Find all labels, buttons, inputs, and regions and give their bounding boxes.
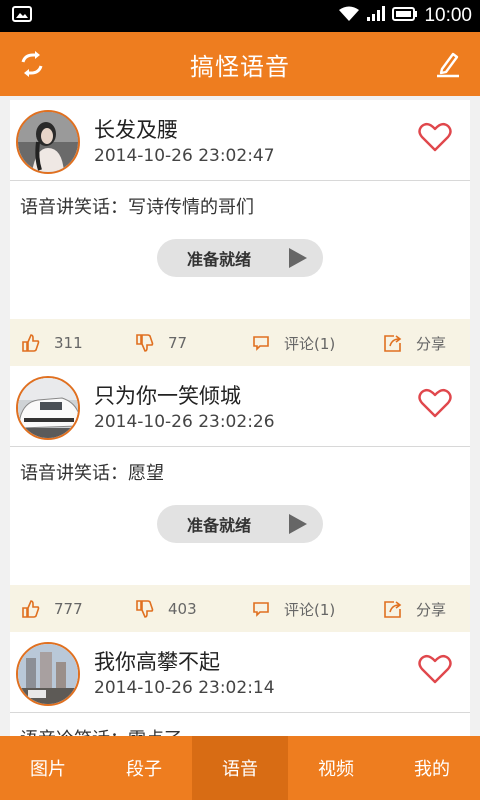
play-icon <box>289 514 307 534</box>
tab-video[interactable]: 视频 <box>288 736 384 800</box>
thumbs-up-icon <box>22 600 40 618</box>
action-bar: 777 403 评论(1) 分享 <box>10 585 470 633</box>
comment-count: 评论(1) <box>284 600 336 619</box>
avatar[interactable] <box>16 642 80 706</box>
tab-mine[interactable]: 我的 <box>384 736 480 800</box>
comment-button[interactable]: 评论(1) <box>252 319 335 367</box>
post-time: 2014-10-26 23:02:47 <box>94 146 275 166</box>
play-status-label: 准备就绪 <box>187 516 252 535</box>
thumbs-down-icon <box>136 600 154 618</box>
wifi-icon <box>338 6 360 26</box>
compose-button[interactable] <box>430 46 466 82</box>
edit-pencil-icon <box>437 52 459 78</box>
username[interactable]: 我你高攀不起 <box>94 646 220 676</box>
thumbs-down-icon <box>136 334 154 352</box>
signal-icon <box>366 6 386 26</box>
share-icon <box>384 601 402 618</box>
favorite-button[interactable] <box>418 654 454 686</box>
refresh-icon <box>21 51 43 77</box>
comment-button[interactable]: 评论(1) <box>252 585 335 633</box>
post-card: 长发及腰 2014-10-26 23:02:47 语音讲笑话：写诗传情的哥们 准… <box>10 100 470 367</box>
tab-jokes[interactable]: 段子 <box>96 736 192 800</box>
tab-voice[interactable]: 语音 <box>192 736 288 800</box>
dislike-count: 403 <box>168 600 197 618</box>
dislike-count: 77 <box>168 334 188 352</box>
like-count: 777 <box>54 600 83 618</box>
refresh-button[interactable] <box>14 46 50 82</box>
share-button[interactable]: 分享 <box>384 319 446 367</box>
dislike-button[interactable]: 77 <box>136 319 187 367</box>
username[interactable]: 只为你一笑倾城 <box>94 380 241 410</box>
gallery-notification-icon <box>12 6 32 26</box>
share-icon <box>384 335 402 352</box>
tab-pictures[interactable]: 图片 <box>0 736 96 800</box>
like-button[interactable]: 777 <box>22 585 83 633</box>
avatar[interactable] <box>16 376 80 440</box>
post-time: 2014-10-26 23:02:14 <box>94 678 275 698</box>
app-header: 搞怪语音 <box>0 32 480 96</box>
avatar[interactable] <box>16 110 80 174</box>
share-label: 分享 <box>416 334 447 353</box>
like-button[interactable]: 311 <box>22 319 83 367</box>
heart-icon <box>418 654 452 684</box>
share-button[interactable]: 分享 <box>384 585 446 633</box>
dislike-button[interactable]: 403 <box>136 585 197 633</box>
comment-icon <box>253 336 269 351</box>
joke-title: 语音讲笑话：写诗传情的哥们 <box>20 197 254 218</box>
play-status-label: 准备就绪 <box>187 250 252 269</box>
heart-icon <box>418 388 452 418</box>
favorite-button[interactable] <box>418 122 454 154</box>
joke-title: 语音讲笑话：愿望 <box>20 463 164 484</box>
post-time: 2014-10-26 23:02:26 <box>94 412 275 432</box>
share-label: 分享 <box>416 600 447 619</box>
comment-icon <box>253 602 269 617</box>
thumbs-up-icon <box>22 334 40 352</box>
bottom-nav: 图片 段子 语音 视频 我的 <box>0 736 480 800</box>
battery-icon <box>392 6 418 26</box>
post-card: 我你高攀不起 2014-10-26 23:02:14 语音冷笑话：雷点了 <box>10 632 470 736</box>
play-icon <box>289 248 307 268</box>
status-bar: 10:00 <box>0 0 480 32</box>
voice-feed[interactable]: 长发及腰 2014-10-26 23:02:47 语音讲笑话：写诗传情的哥们 准… <box>10 96 470 736</box>
play-button[interactable]: 准备就绪 <box>157 505 323 543</box>
username[interactable]: 长发及腰 <box>94 114 178 144</box>
post-card: 只为你一笑倾城 2014-10-26 23:02:26 语音讲笑话：愿望 准备就… <box>10 366 470 633</box>
action-bar: 311 77 评论(1) 分享 <box>10 319 470 367</box>
heart-icon <box>418 122 452 152</box>
favorite-button[interactable] <box>418 388 454 420</box>
like-count: 311 <box>54 334 83 352</box>
comment-count: 评论(1) <box>284 334 336 353</box>
play-button[interactable]: 准备就绪 <box>157 239 323 277</box>
clock: 10:00 <box>424 5 472 26</box>
joke-title: 语音冷笑话：雷点了 <box>10 713 470 736</box>
page-title: 搞怪语音 <box>190 52 290 81</box>
